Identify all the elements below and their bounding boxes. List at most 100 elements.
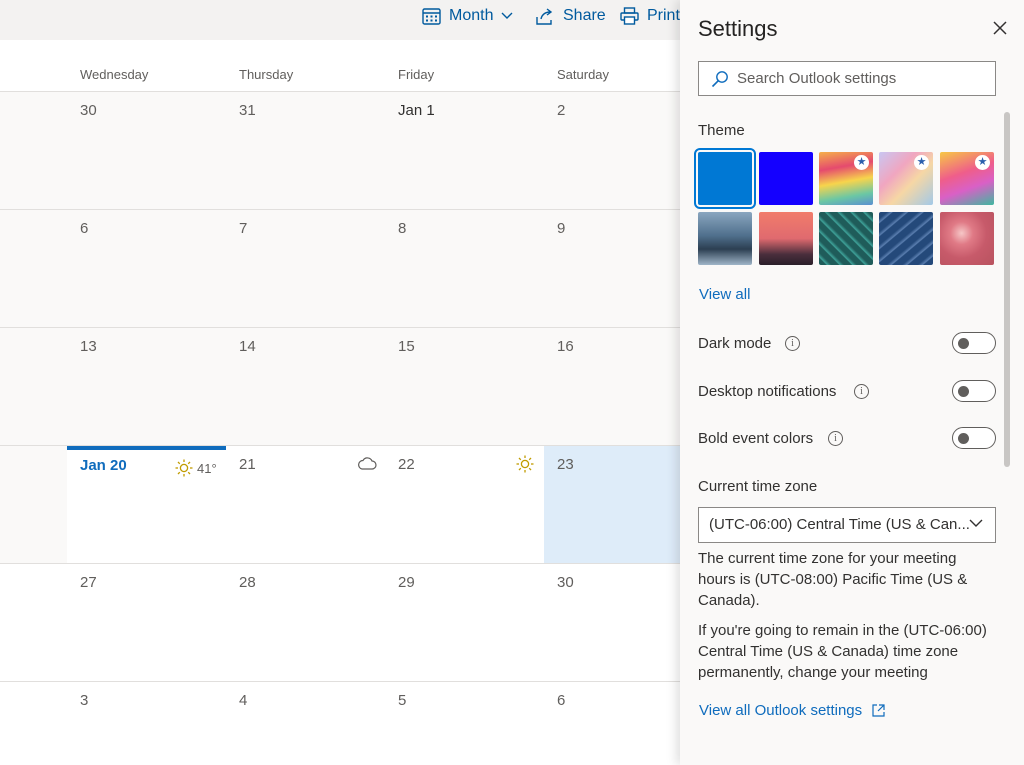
day-cell-today[interactable]: Jan 20 41° [67, 446, 226, 563]
dark-mode-label: Dark mode [698, 335, 772, 352]
theme-swatch-indigo[interactable] [759, 152, 813, 205]
dow-wednesday: Wednesday [80, 67, 149, 82]
bold-event-colors-setting: Bold event colors i [698, 427, 998, 451]
time-zone-guidance: If you're going to remain in the (UTC-06… [698, 622, 987, 681]
day-cell[interactable]: 31 [226, 92, 385, 209]
theme-swatch-pastel[interactable]: ★ [879, 152, 933, 205]
day-number: 6 [557, 692, 566, 709]
month-view-button[interactable]: Month [422, 0, 513, 32]
calendar-icon [422, 8, 441, 25]
theme-label: Theme [698, 122, 745, 139]
share-button[interactable]: Share [536, 0, 606, 32]
day-cell[interactable]: 7 [226, 210, 385, 327]
day-number: 16 [557, 338, 574, 355]
day-cell[interactable]: 3 [67, 682, 226, 765]
theme-swatch-coast[interactable] [698, 212, 752, 265]
theme-picker: ★ ★ ★ [694, 148, 997, 266]
cloud-icon [358, 457, 377, 470]
desktop-notifications-toggle[interactable] [952, 380, 996, 402]
day-cell[interactable]: 5 [385, 682, 544, 765]
dark-mode-setting: Dark mode i [698, 332, 998, 356]
day-cell[interactable]: 4 [226, 682, 385, 765]
day-number: 30 [80, 102, 97, 119]
day-cell[interactable]: 15 [385, 328, 544, 445]
week-row: 30 31 Jan 1 2 [0, 92, 680, 210]
day-number: 13 [80, 338, 97, 355]
day-cell[interactable]: 13 [67, 328, 226, 445]
info-icon[interactable]: i [828, 431, 843, 446]
day-number: 21 [239, 456, 256, 473]
bold-event-colors-toggle[interactable] [952, 427, 996, 449]
settings-search-box[interactable] [698, 61, 996, 96]
day-cell[interactable]: 9 [544, 210, 680, 327]
day-cell-selected[interactable]: 23 [544, 446, 680, 563]
theme-swatch-rainbow[interactable]: ★ [819, 152, 873, 205]
day-number: 5 [398, 692, 407, 709]
day-cell[interactable]: 21 [226, 446, 385, 563]
dow-friday: Friday [398, 67, 435, 82]
share-label: Share [563, 7, 606, 24]
toggle-knob [958, 386, 969, 397]
view-all-outlook-settings-label: View all Outlook settings [699, 702, 863, 719]
desktop-notifications-setting: Desktop notifications i [698, 380, 998, 404]
theme-swatch-bokeh[interactable] [940, 212, 994, 265]
day-number: 28 [239, 574, 256, 591]
day-cell[interactable]: 14 [226, 328, 385, 445]
day-cell[interactable]: 16 [544, 328, 680, 445]
info-icon[interactable]: i [785, 336, 800, 351]
day-cell[interactable]: 2 [544, 92, 680, 209]
day-number: 29 [398, 574, 415, 591]
day-cell[interactable]: Jan 1 [385, 92, 544, 209]
dow-saturday: Saturday [557, 67, 610, 82]
print-label: Print [647, 7, 680, 24]
weather-indicator [516, 455, 534, 473]
week-row: 13 14 15 16 [0, 328, 680, 446]
day-number: 8 [398, 220, 407, 237]
week-row: 3 4 5 6 [0, 682, 680, 765]
day-number: 15 [398, 338, 415, 355]
day-number: 22 [398, 456, 415, 473]
time-zone-dropdown[interactable]: (UTC-06:00) Central Time (US & Can... [698, 507, 996, 543]
settings-scrollbar[interactable] [1004, 112, 1010, 467]
day-cell[interactable]: 6 [67, 210, 226, 327]
day-cell[interactable]: 28 [226, 564, 385, 681]
toggle-knob [958, 433, 969, 444]
day-cell[interactable]: 8 [385, 210, 544, 327]
theme-swatch-innovation[interactable] [879, 212, 933, 265]
day-cell[interactable]: 27 [67, 564, 226, 681]
day-number: 3 [80, 692, 89, 709]
day-number: 9 [557, 220, 566, 237]
chevron-down-icon [501, 12, 513, 19]
day-cell[interactable]: 6 [544, 682, 680, 765]
star-icon: ★ [854, 155, 869, 170]
month-calendar: Wednesday Thursday Friday Saturday 30 31… [0, 40, 680, 765]
sun-icon [175, 459, 193, 477]
theme-swatch-blue[interactable] [694, 148, 756, 209]
day-cell[interactable]: 22 [385, 446, 544, 563]
month-view-label: Month [449, 7, 494, 24]
day-number-today: Jan 20 [80, 457, 127, 474]
printer-icon [620, 7, 639, 25]
theme-swatch-circuit[interactable] [819, 212, 873, 265]
day-number: 23 [557, 456, 574, 473]
theme-swatch-palms[interactable] [759, 212, 813, 265]
day-number: 27 [80, 574, 97, 591]
day-number: 14 [239, 338, 256, 355]
view-all-outlook-settings-link[interactable]: View all Outlook settings [699, 702, 885, 719]
day-cell[interactable]: 29 [385, 564, 544, 681]
search-icon [711, 70, 728, 87]
days-of-week-header: Wednesday Thursday Friday Saturday [0, 40, 680, 92]
day-cell[interactable]: 30 [544, 564, 680, 681]
print-button[interactable]: Print [620, 0, 680, 32]
close-icon[interactable] [990, 18, 1010, 38]
weather-indicator [357, 455, 377, 471]
theme-swatch-pride[interactable]: ★ [940, 152, 994, 205]
desktop-notifications-label: Desktop notifications [698, 383, 837, 400]
day-number: 4 [239, 692, 248, 709]
dark-mode-toggle[interactable] [952, 332, 996, 354]
day-cell[interactable]: 30 [67, 92, 226, 209]
view-all-themes-link[interactable]: View all [699, 286, 750, 303]
weather-temp: 41° [197, 460, 217, 476]
info-icon[interactable]: i [854, 384, 869, 399]
settings-search-input[interactable] [737, 70, 977, 87]
